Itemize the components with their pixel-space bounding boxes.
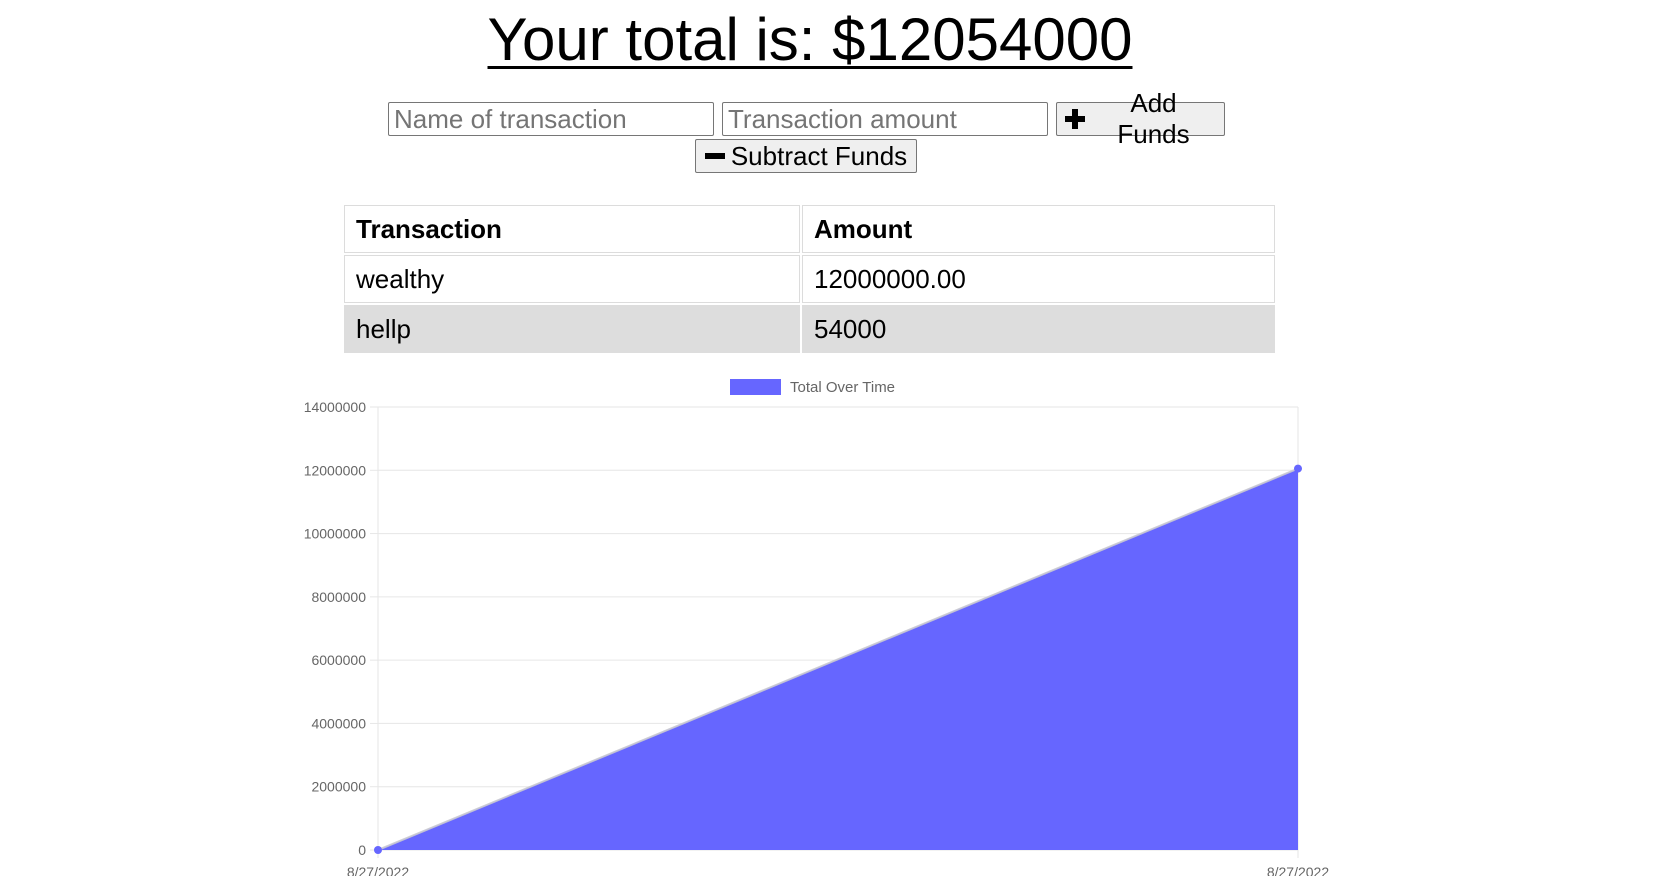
chart-area-series xyxy=(374,464,1302,854)
y-axis-ticks: 0 2000000 4000000 6000000 8000000 10000000 120… xyxy=(304,399,367,858)
y-tick-label: 2000000 xyxy=(311,779,366,795)
y-tick-label: 10000000 xyxy=(304,526,367,542)
x-axis-ticks: 8/27/2022 8/27/2022 xyxy=(347,864,1329,876)
y-tick-label: 6000000 xyxy=(311,652,366,668)
chart-legend: Total Over Time xyxy=(730,379,895,396)
y-tick-label: 8000000 xyxy=(311,589,366,605)
y-tick-label: 4000000 xyxy=(311,715,366,731)
legend-label: Total Over Time xyxy=(790,379,895,396)
total-over-time-chart: 0 2000000 4000000 6000000 8000000 10000000 120… xyxy=(304,379,1329,876)
data-point xyxy=(374,846,382,854)
data-point xyxy=(1294,464,1302,473)
y-tick-label: 12000000 xyxy=(304,462,367,478)
budget-page: Your total is: $12054000 Add Funds Subtr… xyxy=(0,0,1676,876)
x-tick-label: 8/27/2022 xyxy=(1267,864,1329,876)
y-tick-label: 0 xyxy=(358,842,366,858)
legend-swatch xyxy=(730,379,781,395)
x-tick-label: 8/27/2022 xyxy=(347,864,409,876)
y-tick-label: 14000000 xyxy=(304,399,367,415)
